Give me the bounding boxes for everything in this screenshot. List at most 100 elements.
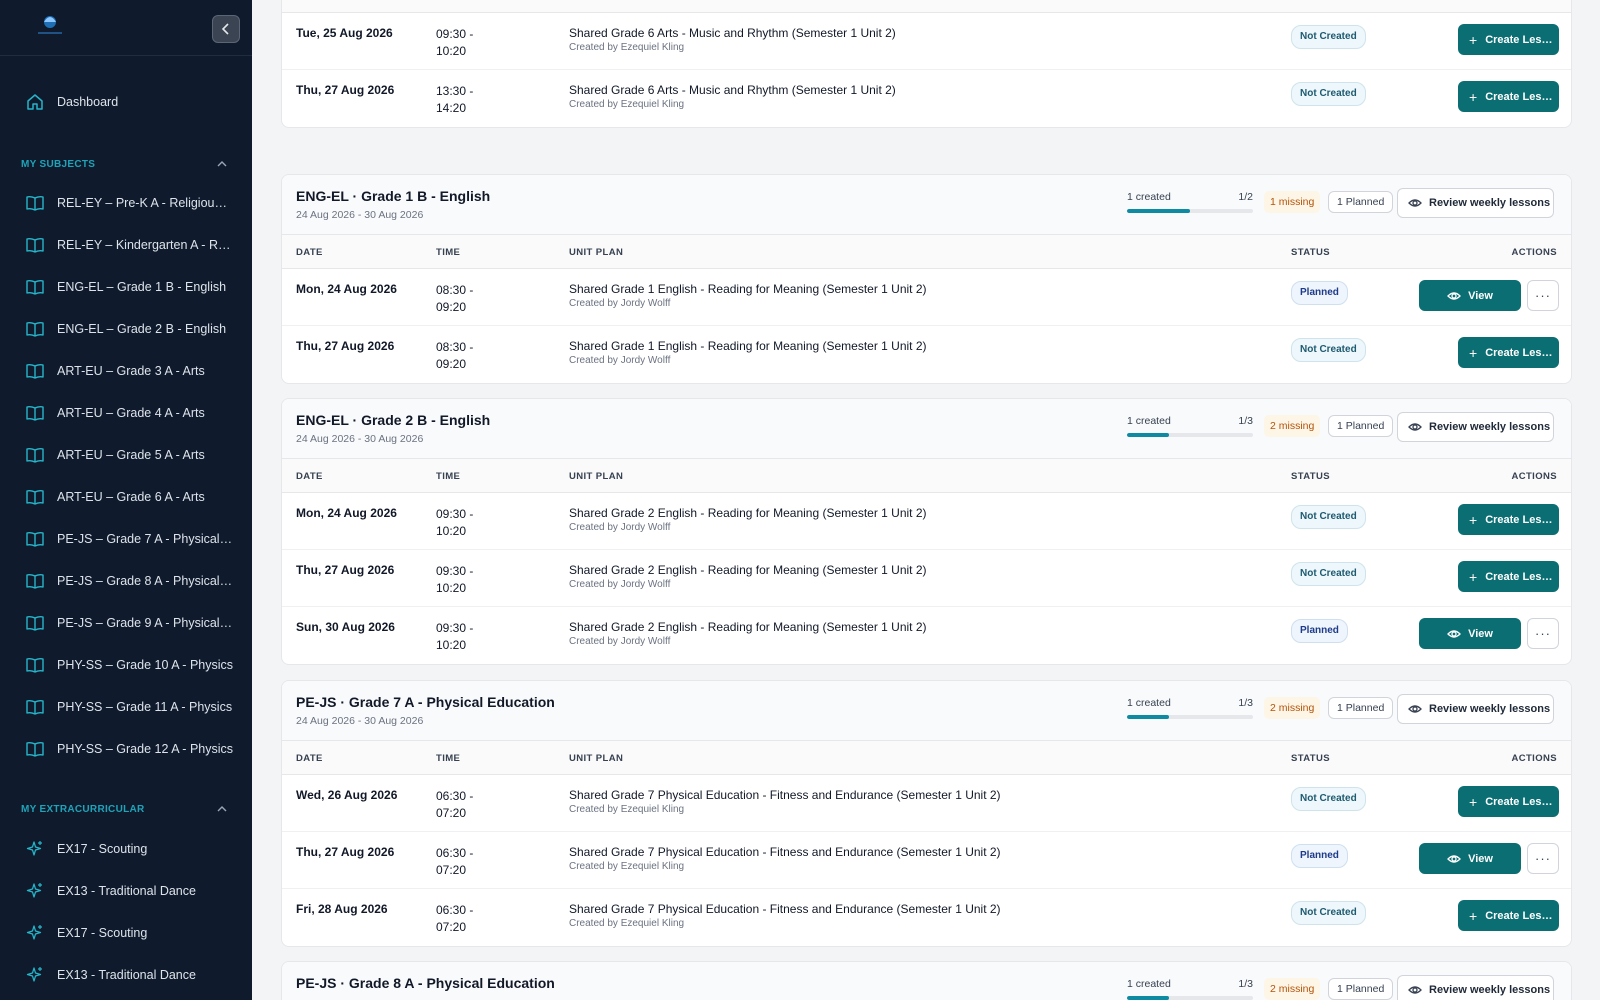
unit-plan-title: Shared Grade 7 Physical Education - Fitn… xyxy=(569,845,1001,859)
progress-summary: 1 created 1/2 xyxy=(1127,191,1253,213)
missing-badge: 1 missing xyxy=(1264,191,1321,213)
unit-plan-author: Created by Ezequiel Kling xyxy=(569,861,685,872)
table-row: Fri, 28 Aug 2026 06:30 - 07:20 Shared Grad… xyxy=(282,889,1571,946)
unit-plan-author: Created by Jordy Wolff xyxy=(569,579,671,590)
book-icon xyxy=(24,444,46,466)
review-label: Review weekly lessons xyxy=(1429,703,1551,715)
sidebar-item-subject[interactable]: PE-JS – Grade 8 A - Physical E… xyxy=(24,569,234,593)
sidebar-item-subject[interactable]: PHY-SS – Grade 10 A - Physics xyxy=(24,653,234,677)
created-count: 1 created xyxy=(1127,191,1171,203)
progress-fill xyxy=(1127,433,1169,437)
unit-plan-title: Shared Grade 2 English - Reading for Mea… xyxy=(569,620,927,634)
sidebar-item-subject[interactable]: PHY-SS – Grade 11 A - Physics xyxy=(24,695,234,719)
create-lesson-button[interactable]: + Create Les… xyxy=(1458,504,1559,535)
progress-summary: 1 created 1/3 xyxy=(1127,415,1253,437)
more-options-button[interactable]: ··· xyxy=(1527,618,1559,649)
lesson-date: Mon, 24 Aug 2026 xyxy=(296,282,397,296)
view-lesson-button[interactable]: View xyxy=(1419,843,1521,874)
chevron-up-icon[interactable] xyxy=(214,156,230,172)
sidebar-item-subject[interactable]: PE-JS – Grade 7 A - Physical E… xyxy=(24,527,234,551)
book-icon xyxy=(24,696,46,718)
sidebar-item-label: PHY-SS – Grade 11 A - Physics xyxy=(57,700,233,714)
sidebar-item-dashboard[interactable]: Dashboard xyxy=(24,90,234,114)
column-header-status: STATUS xyxy=(1291,247,1330,258)
sidebar-item-extracurricular[interactable]: EX17 - Scouting xyxy=(24,921,234,945)
create-lesson-label: Create Les… xyxy=(1485,795,1553,808)
sidebar-item-subject[interactable]: ART-EU – Grade 5 A - Arts xyxy=(24,443,234,467)
create-lesson-button[interactable]: + Create Les… xyxy=(1458,81,1559,112)
chevron-up-icon[interactable] xyxy=(214,801,230,817)
review-weekly-lessons-button[interactable]: Review weekly lessons xyxy=(1397,412,1554,442)
review-weekly-lessons-button[interactable]: Review weekly lessons xyxy=(1397,188,1554,218)
lesson-time: 09:30 - 10:20 xyxy=(436,564,474,595)
sidebar-item-subject[interactable]: REL-EY – Pre-K A - Religious a… xyxy=(24,191,234,215)
lesson-date: Thu, 27 Aug 2026 xyxy=(296,563,395,577)
unit-plan-title: Shared Grade 2 English - Reading for Mea… xyxy=(569,506,927,520)
create-lesson-button[interactable]: + Create Les… xyxy=(1458,561,1559,592)
status-badge: Not Created xyxy=(1291,562,1366,586)
book-icon xyxy=(24,654,46,676)
sidebar-item-subject[interactable]: PHY-SS – Grade 12 A - Physics xyxy=(24,737,234,761)
sidebar-item-extracurricular[interactable]: EX17 - Scouting xyxy=(24,837,234,861)
view-lesson-button[interactable]: View xyxy=(1419,618,1521,649)
create-lesson-button[interactable]: + Create Les… xyxy=(1458,24,1559,55)
class-title: PE-JS · Grade 7 A - Physical Education xyxy=(296,694,555,710)
table-header: DATE TIME UNIT PLAN STATUS ACTIONS xyxy=(282,0,1571,13)
chevron-left-icon xyxy=(221,23,229,35)
lesson-date: Tue, 25 Aug 2026 xyxy=(296,26,393,40)
column-header-date: DATE xyxy=(296,247,323,258)
progress-text: 1 created 1/3 xyxy=(1127,978,1253,990)
table-row: Thu, 27 Aug 2026 09:30 - 10:20 Shared Grad… xyxy=(282,550,1571,607)
sidebar-item-subject[interactable]: ART-EU – Grade 3 A - Arts xyxy=(24,359,234,383)
table-row: Mon, 24 Aug 2026 09:30 - 10:20 Shared Grad… xyxy=(282,493,1571,550)
school-logo-icon xyxy=(38,16,62,34)
eye-icon xyxy=(1447,627,1461,641)
create-lesson-button[interactable]: + Create Les… xyxy=(1458,786,1559,817)
sidebar-item-extracurricular[interactable]: EX13 - Traditional Dance xyxy=(24,963,234,987)
plus-icon: + xyxy=(1469,31,1478,48)
status-badge: Planned xyxy=(1291,844,1348,868)
column-header-actions: ACTIONS xyxy=(1511,247,1557,258)
create-lesson-button[interactable]: + Create Les… xyxy=(1458,337,1559,368)
review-weekly-lessons-button[interactable]: Review weekly lessons xyxy=(1397,694,1554,724)
sidebar-item-extracurricular[interactable]: EX13 - Traditional Dance xyxy=(24,879,234,903)
progress-text: 1 created 1/3 xyxy=(1127,697,1253,709)
my-extracurricular-section-label: MY EXTRACURRICULAR xyxy=(21,804,145,815)
view-label: View xyxy=(1468,627,1493,640)
book-icon xyxy=(24,276,46,298)
book-icon xyxy=(24,738,46,760)
plus-icon: + xyxy=(1469,511,1478,528)
lesson-time: 09:30 - 10:20 xyxy=(436,621,474,652)
sidebar-item-label: EX13 - Traditional Dance xyxy=(57,884,196,898)
table-header: DATE TIME UNIT PLAN STATUS ACTIONS xyxy=(282,459,1571,493)
more-options-button[interactable]: ··· xyxy=(1527,280,1559,311)
lesson-time: 09:30 - 10:20 xyxy=(436,27,474,58)
progress-fill xyxy=(1127,996,1169,1000)
sidebar-item-subject[interactable]: ART-EU – Grade 6 A - Arts xyxy=(24,485,234,509)
lesson-group-card: PE-JS · Grade 7 A - Physical Education 24… xyxy=(281,680,1572,947)
view-lesson-button[interactable]: View xyxy=(1419,280,1521,311)
created-count: 1 created xyxy=(1127,697,1171,709)
collapse-sidebar-button[interactable] xyxy=(212,15,240,43)
card-header: PE-JS · Grade 8 A - Physical Education 1 … xyxy=(282,962,1571,1000)
sidebar-item-label: PE-JS – Grade 8 A - Physical E… xyxy=(57,574,233,588)
more-options-button[interactable]: ··· xyxy=(1527,843,1559,874)
progress-summary: 1 created 1/3 xyxy=(1127,697,1253,719)
more-dots-icon: ··· xyxy=(1535,851,1551,866)
sidebar-item-subject[interactable]: ENG-EL – Grade 1 B - English xyxy=(24,275,234,299)
sidebar-item-subject[interactable]: REL-EY – Kindergarten A - Reli… xyxy=(24,233,234,257)
sparkles-icon xyxy=(24,964,46,986)
review-weekly-lessons-button[interactable]: Review weekly lessons xyxy=(1397,975,1554,1000)
column-header-date: DATE xyxy=(296,0,323,2)
table-header: DATE TIME UNIT PLAN STATUS ACTIONS xyxy=(282,741,1571,775)
create-lesson-button[interactable]: + Create Les… xyxy=(1458,900,1559,931)
sparkles-icon xyxy=(24,880,46,902)
plus-icon: + xyxy=(1469,88,1478,105)
create-lesson-label: Create Les… xyxy=(1485,570,1553,583)
eye-icon xyxy=(1447,852,1461,866)
sidebar-item-subject[interactable]: ENG-EL – Grade 2 B - English xyxy=(24,317,234,341)
sidebar-item-subject[interactable]: ART-EU – Grade 4 A - Arts xyxy=(24,401,234,425)
table-header: DATE TIME UNIT PLAN STATUS ACTIONS xyxy=(282,235,1571,269)
sidebar-item-subject[interactable]: PE-JS – Grade 9 A - Physical E… xyxy=(24,611,234,635)
table-row: Thu, 27 Aug 2026 06:30 - 07:20 Shared Grad… xyxy=(282,832,1571,889)
